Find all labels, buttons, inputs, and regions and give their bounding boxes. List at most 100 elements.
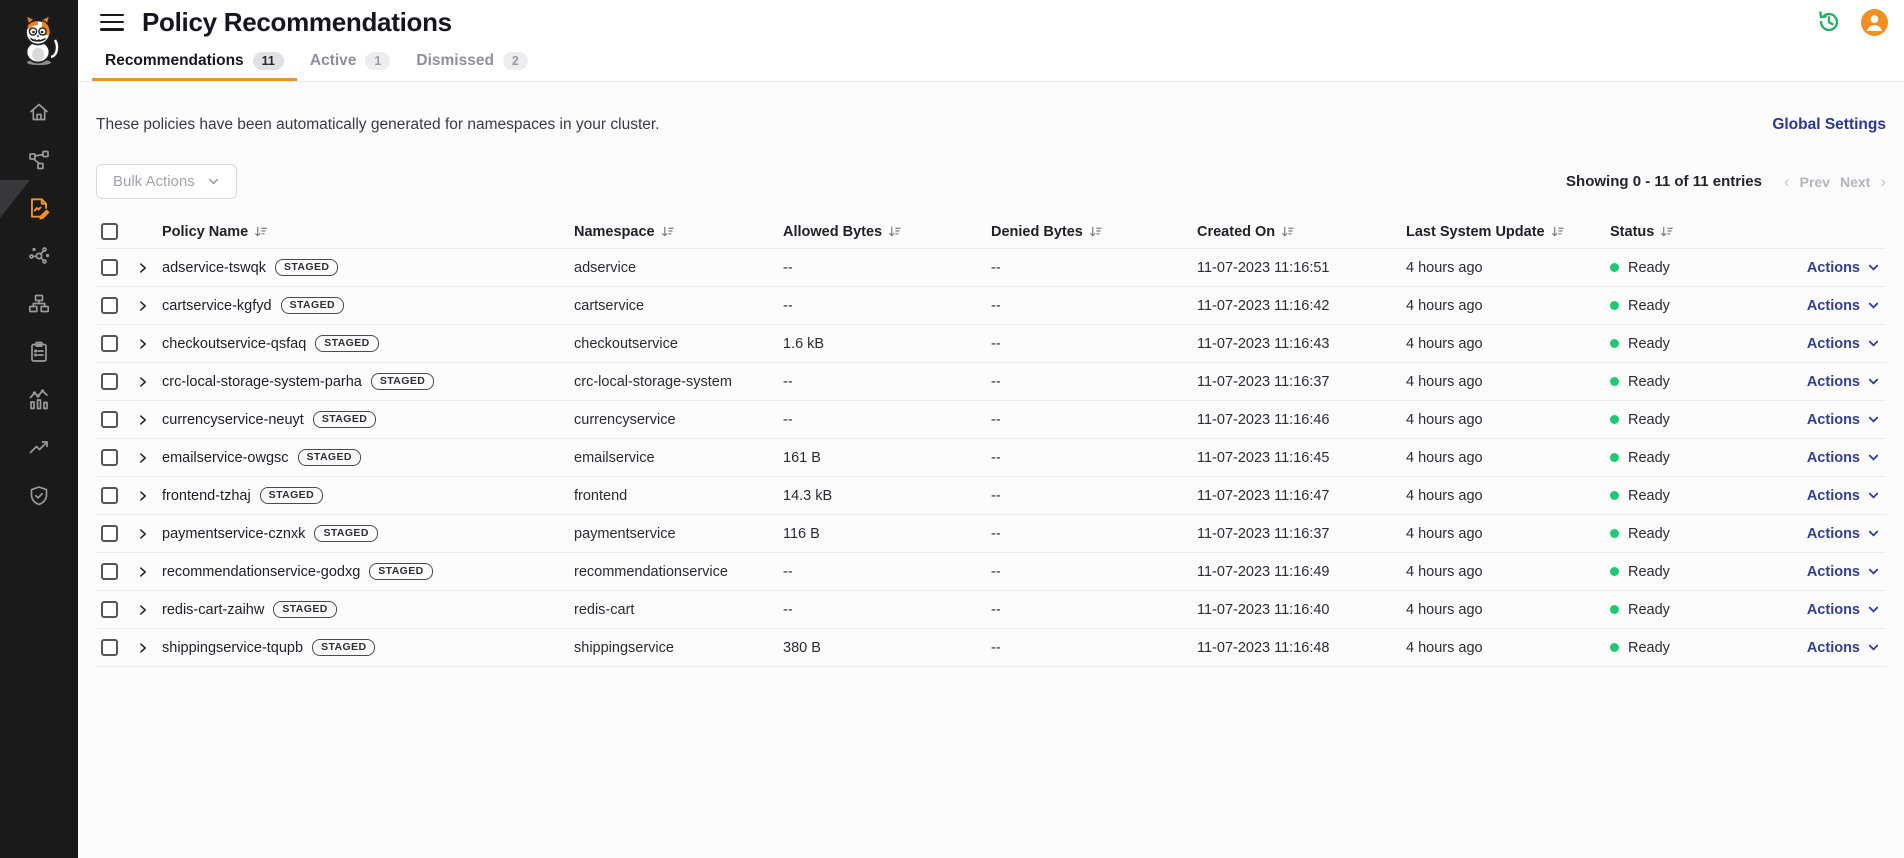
sidebar-item-trends[interactable] bbox=[0, 424, 78, 472]
expand-chevron-icon[interactable] bbox=[136, 375, 150, 389]
chevron-down-icon bbox=[1867, 527, 1880, 540]
status-label: Ready bbox=[1628, 564, 1670, 580]
last-system-update-cell: 4 hours ago bbox=[1406, 374, 1610, 390]
policy-name-link[interactable]: adservice-tswqk bbox=[162, 260, 266, 276]
row-checkbox[interactable] bbox=[101, 259, 118, 276]
user-avatar-icon[interactable] bbox=[1861, 9, 1888, 36]
allowed-bytes-cell: 380 B bbox=[783, 640, 991, 656]
status-label: Ready bbox=[1628, 374, 1670, 390]
row-checkbox[interactable] bbox=[101, 487, 118, 504]
sidebar-item-home[interactable] bbox=[0, 88, 78, 136]
actions-button[interactable]: Actions bbox=[1807, 640, 1880, 656]
sort-icon[interactable] bbox=[1660, 225, 1673, 238]
status-dot bbox=[1610, 301, 1619, 310]
policy-name-link[interactable]: recommendationservice-godxg bbox=[162, 564, 360, 580]
expand-chevron-icon[interactable] bbox=[136, 603, 150, 617]
created-on-cell: 11-07-2023 11:16:45 bbox=[1197, 450, 1406, 466]
prev-chevron-icon[interactable]: ‹ bbox=[1784, 172, 1790, 192]
actions-button[interactable]: Actions bbox=[1807, 336, 1880, 352]
trend-up-icon bbox=[27, 436, 51, 460]
policy-name-link[interactable]: cartservice-kgfyd bbox=[162, 298, 272, 314]
row-checkbox[interactable] bbox=[101, 449, 118, 466]
sort-icon[interactable] bbox=[888, 225, 901, 238]
policy-name-link[interactable]: shippingservice-tqupb bbox=[162, 640, 303, 656]
global-settings-link[interactable]: Global Settings bbox=[1772, 116, 1886, 134]
row-checkbox[interactable] bbox=[101, 373, 118, 390]
denied-bytes-cell: -- bbox=[991, 526, 1197, 542]
column-header-created-on[interactable]: Created On bbox=[1197, 224, 1406, 240]
row-checkbox[interactable] bbox=[101, 411, 118, 428]
bulk-actions-button[interactable]: Bulk Actions bbox=[96, 164, 237, 199]
status-dot bbox=[1610, 453, 1619, 462]
column-header-policy-name[interactable]: Policy Name bbox=[162, 224, 574, 240]
policy-name-link[interactable]: currencyservice-neuyt bbox=[162, 412, 304, 428]
policy-name-link[interactable]: checkoutservice-qsfaq bbox=[162, 336, 306, 352]
expand-chevron-icon[interactable] bbox=[136, 299, 150, 313]
sort-icon[interactable] bbox=[1089, 225, 1102, 238]
column-header-allowed-bytes[interactable]: Allowed Bytes bbox=[783, 224, 991, 240]
column-header-namespace[interactable]: Namespace bbox=[574, 224, 783, 240]
tab-active[interactable]: Active 1 bbox=[297, 44, 403, 81]
next-chevron-icon[interactable]: › bbox=[1880, 172, 1886, 192]
tab-recommendations[interactable]: Recommendations 11 bbox=[92, 44, 297, 81]
policy-name-link[interactable]: emailservice-owgsc bbox=[162, 450, 289, 466]
policy-name-link[interactable]: crc-local-storage-system-parha bbox=[162, 374, 362, 390]
expand-chevron-icon[interactable] bbox=[136, 337, 150, 351]
sort-icon[interactable] bbox=[1551, 225, 1564, 238]
expand-chevron-icon[interactable] bbox=[136, 451, 150, 465]
column-header-status[interactable]: Status bbox=[1610, 224, 1760, 240]
expand-chevron-icon[interactable] bbox=[136, 641, 150, 655]
status-label: Ready bbox=[1628, 526, 1670, 542]
column-header-denied-bytes[interactable]: Denied Bytes bbox=[991, 224, 1197, 240]
table-header-row: Policy Name Namespace Allowed Bytes Deni… bbox=[96, 215, 1886, 249]
policy-name-link[interactable]: paymentservice-cznxk bbox=[162, 526, 305, 542]
actions-button[interactable]: Actions bbox=[1807, 602, 1880, 618]
table-row: checkoutservice-qsfaq STAGED checkoutser… bbox=[96, 325, 1886, 363]
sidebar-item-metrics[interactable] bbox=[0, 376, 78, 424]
app-logo[interactable] bbox=[0, 0, 78, 78]
expand-chevron-icon[interactable] bbox=[136, 261, 150, 275]
row-checkbox[interactable] bbox=[101, 297, 118, 314]
actions-button[interactable]: Actions bbox=[1807, 260, 1880, 276]
actions-button[interactable]: Actions bbox=[1807, 374, 1880, 390]
sort-icon[interactable] bbox=[1281, 225, 1294, 238]
sidebar-item-audit-log[interactable] bbox=[0, 328, 78, 376]
sidebar-item-security[interactable] bbox=[0, 472, 78, 520]
policy-name-link[interactable]: frontend-tzhaj bbox=[162, 488, 251, 504]
expand-chevron-icon[interactable] bbox=[136, 527, 150, 541]
row-checkbox[interactable] bbox=[101, 639, 118, 656]
expand-chevron-icon[interactable] bbox=[136, 565, 150, 579]
sidebar-item-access-graph[interactable] bbox=[0, 232, 78, 280]
select-all-checkbox[interactable] bbox=[101, 223, 118, 240]
row-checkbox[interactable] bbox=[101, 335, 118, 352]
sidebar-item-topology[interactable] bbox=[0, 136, 78, 184]
last-system-update-cell: 4 hours ago bbox=[1406, 336, 1610, 352]
actions-button[interactable]: Actions bbox=[1807, 564, 1880, 580]
actions-button[interactable]: Actions bbox=[1807, 526, 1880, 542]
tab-dismissed[interactable]: Dismissed 2 bbox=[403, 44, 541, 81]
expand-chevron-icon[interactable] bbox=[136, 489, 150, 503]
sort-icon[interactable] bbox=[254, 225, 267, 238]
status-label: Ready bbox=[1628, 260, 1670, 276]
actions-button[interactable]: Actions bbox=[1807, 412, 1880, 428]
row-checkbox[interactable] bbox=[101, 525, 118, 542]
namespace-cell: frontend bbox=[574, 488, 783, 504]
next-button[interactable]: Next bbox=[1840, 174, 1870, 190]
last-system-update-cell: 4 hours ago bbox=[1406, 564, 1610, 580]
column-header-last-system-update[interactable]: Last System Update bbox=[1406, 224, 1610, 240]
row-checkbox[interactable] bbox=[101, 563, 118, 580]
sidebar-item-policy-recommendations[interactable] bbox=[0, 184, 78, 232]
actions-button[interactable]: Actions bbox=[1807, 488, 1880, 504]
sidebar-item-network-map[interactable] bbox=[0, 280, 78, 328]
last-system-update-cell: 4 hours ago bbox=[1406, 526, 1610, 542]
expand-chevron-icon[interactable] bbox=[136, 413, 150, 427]
actions-button[interactable]: Actions bbox=[1807, 298, 1880, 314]
actions-button[interactable]: Actions bbox=[1807, 450, 1880, 466]
row-checkbox[interactable] bbox=[101, 601, 118, 618]
page-title: Policy Recommendations bbox=[142, 7, 452, 38]
hamburger-menu-icon[interactable] bbox=[100, 14, 124, 31]
sort-icon[interactable] bbox=[661, 225, 674, 238]
history-icon[interactable] bbox=[1815, 8, 1843, 36]
policy-name-link[interactable]: redis-cart-zaihw bbox=[162, 602, 264, 618]
prev-button[interactable]: Prev bbox=[1800, 174, 1830, 190]
